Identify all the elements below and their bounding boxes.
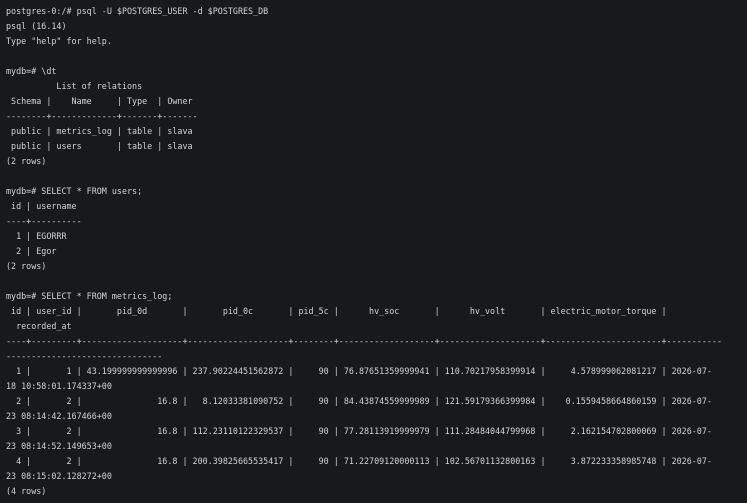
terminal-line: Type "help" for help. [6,36,112,46]
terminal-line: mydb=# SELECT * FROM metrics_log; [6,291,173,301]
terminal-line: 18 10:58:01.174337+00 [6,381,112,391]
terminal-line: id | username [6,201,77,211]
terminal-line: 3 | 2 | 16.8 | 112.23110122329537 | 90 |… [6,426,712,436]
terminal-line: Schema | Name | Type | Owner [6,96,193,106]
terminal-line: public | users | table | slava [6,141,193,151]
terminal-line: ------------------------------- [6,351,163,361]
terminal-line: ----+---------+--------------------+----… [6,336,722,346]
terminal-line: 2 | Egor [6,246,57,256]
terminal-line: List of relations [6,81,143,91]
terminal-line: --------+-------------+-------+------- [6,111,198,121]
terminal-line: 2 | 2 | 16.8 | 8.12033381090752 | 90 | 8… [6,396,712,406]
terminal-line: postgres-0:/# psql -U $POSTGRES_USER -d … [6,6,269,16]
terminal-line: (2 rows) [6,261,47,271]
terminal-line: recorded_at [6,321,72,331]
terminal-line: mydb=# SELECT * FROM users; [6,186,143,196]
terminal-line: ----+---------- [6,216,82,226]
terminal-line: 23 08:14:42.167466+00 [6,411,112,421]
terminal-line: (4 rows) [6,486,47,496]
terminal-line: public | metrics_log | table | slava [6,126,193,136]
terminal-line: (2 rows) [6,156,47,166]
terminal-line: mydb=# \dt [6,66,57,76]
terminal-output: postgres-0:/# psql -U $POSTGRES_USER -d … [6,4,741,499]
terminal-line: psql (16.14) [6,21,67,31]
terminal-line: 4 | 2 | 16.8 | 200.39825665535417 | 90 |… [6,456,712,466]
terminal-line: 23 08:15:02.128272+00 [6,471,112,481]
terminal-line: 1 | 1 | 43.199999999999996 | 237.9022445… [6,366,712,376]
terminal-window[interactable]: postgres-0:/# psql -U $POSTGRES_USER -d … [0,0,747,503]
terminal-line: 1 | EGORRR [6,231,67,241]
terminal-line: id | user_id | pid_0d | pid_0c | pid_5c … [6,306,667,316]
terminal-line: 23 08:14:52.149653+00 [6,441,112,451]
